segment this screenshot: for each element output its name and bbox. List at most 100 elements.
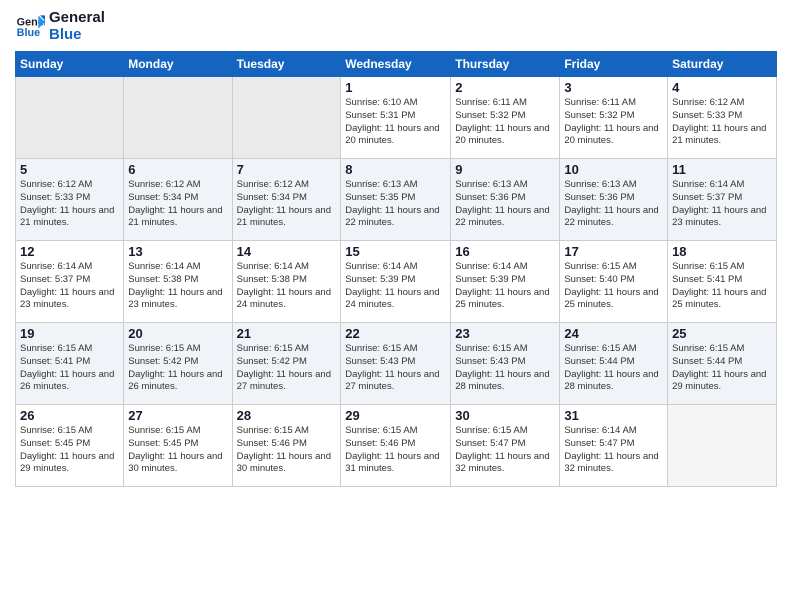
calendar-cell: 8 Sunrise: 6:13 AM Sunset: 5:35 PM Daylig… [341, 159, 451, 241]
calendar-cell: 3 Sunrise: 6:11 AM Sunset: 5:32 PM Daylig… [560, 77, 668, 159]
day-number: 8 [345, 162, 446, 177]
page: General Blue General Blue SundayMondayTu… [0, 0, 792, 612]
day-number: 10 [564, 162, 663, 177]
day-number: 16 [455, 244, 555, 259]
day-number: 24 [564, 326, 663, 341]
day-info: Sunrise: 6:12 AM Sunset: 5:34 PM Dayligh… [128, 179, 227, 230]
day-info: Sunrise: 6:13 AM Sunset: 5:36 PM Dayligh… [564, 179, 663, 230]
calendar-cell [16, 77, 124, 159]
week-row-5: 26 Sunrise: 6:15 AM Sunset: 5:45 PM Dayli… [16, 405, 777, 487]
logo: General Blue General Blue [15, 10, 105, 43]
day-number: 20 [128, 326, 227, 341]
calendar-cell: 26 Sunrise: 6:15 AM Sunset: 5:45 PM Dayli… [16, 405, 124, 487]
day-info: Sunrise: 6:14 AM Sunset: 5:38 PM Dayligh… [237, 261, 337, 312]
calendar-cell: 11Sunrise: 6:14 AM Sunset: 5:37 PM Dayli… [668, 159, 777, 241]
day-number: 9 [455, 162, 555, 177]
day-number: 28 [237, 408, 337, 423]
day-info: Sunrise: 6:15 AM Sunset: 5:41 PM Dayligh… [20, 343, 119, 394]
logo-text: General Blue [49, 10, 105, 43]
weekday-header-saturday: Saturday [668, 52, 777, 77]
svg-text:Blue: Blue [17, 27, 40, 39]
calendar-cell: 4 Sunrise: 6:12 AM Sunset: 5:33 PM Daylig… [668, 77, 777, 159]
day-info: Sunrise: 6:12 AM Sunset: 5:33 PM Dayligh… [672, 97, 772, 148]
day-number: 21 [237, 326, 337, 341]
weekday-header-wednesday: Wednesday [341, 52, 451, 77]
calendar-cell: 23Sunrise: 6:15 AM Sunset: 5:43 PM Dayli… [451, 323, 560, 405]
calendar-cell: 1 Sunrise: 6:10 AM Sunset: 5:31 PM Daylig… [341, 77, 451, 159]
day-number: 25 [672, 326, 772, 341]
calendar-cell: 27 Sunrise: 6:15 AM Sunset: 5:45 PM Dayli… [124, 405, 232, 487]
weekday-header-tuesday: Tuesday [232, 52, 341, 77]
day-info: Sunrise: 6:14 AM Sunset: 5:38 PM Dayligh… [128, 261, 227, 312]
calendar-cell: 18Sunrise: 6:15 AM Sunset: 5:41 PM Dayli… [668, 241, 777, 323]
day-info: Sunrise: 6:11 AM Sunset: 5:32 PM Dayligh… [455, 97, 555, 148]
calendar-cell: 21 Sunrise: 6:15 AM Sunset: 5:42 PM Dayli… [232, 323, 341, 405]
day-info: Sunrise: 6:15 AM Sunset: 5:44 PM Dayligh… [672, 343, 772, 394]
calendar-cell: 22Sunrise: 6:15 AM Sunset: 5:43 PM Dayli… [341, 323, 451, 405]
weekday-header-row: SundayMondayTuesdayWednesdayThursdayFrid… [16, 52, 777, 77]
calendar-cell: 19 Sunrise: 6:15 AM Sunset: 5:41 PM Dayli… [16, 323, 124, 405]
day-info: Sunrise: 6:15 AM Sunset: 5:45 PM Dayligh… [20, 425, 119, 476]
day-info: Sunrise: 6:14 AM Sunset: 5:37 PM Dayligh… [20, 261, 119, 312]
day-number: 27 [128, 408, 227, 423]
day-number: 30 [455, 408, 555, 423]
day-info: Sunrise: 6:13 AM Sunset: 5:36 PM Dayligh… [455, 179, 555, 230]
day-number: 7 [237, 162, 337, 177]
calendar-cell [232, 77, 341, 159]
weekday-header-thursday: Thursday [451, 52, 560, 77]
calendar-cell: 10 Sunrise: 6:13 AM Sunset: 5:36 PM Dayli… [560, 159, 668, 241]
day-number: 5 [20, 162, 119, 177]
day-info: Sunrise: 6:15 AM Sunset: 5:42 PM Dayligh… [237, 343, 337, 394]
calendar-cell: 2Sunrise: 6:11 AM Sunset: 5:32 PM Daylig… [451, 77, 560, 159]
day-number: 26 [20, 408, 119, 423]
calendar-cell [124, 77, 232, 159]
header: General Blue General Blue [15, 10, 777, 43]
day-number: 31 [564, 408, 663, 423]
day-number: 17 [564, 244, 663, 259]
week-row-4: 19 Sunrise: 6:15 AM Sunset: 5:41 PM Dayli… [16, 323, 777, 405]
day-number: 15 [345, 244, 446, 259]
day-info: Sunrise: 6:12 AM Sunset: 5:33 PM Dayligh… [20, 179, 119, 230]
weekday-header-monday: Monday [124, 52, 232, 77]
day-info: Sunrise: 6:14 AM Sunset: 5:39 PM Dayligh… [455, 261, 555, 312]
logo-icon: General Blue [15, 12, 45, 42]
day-info: Sunrise: 6:11 AM Sunset: 5:32 PM Dayligh… [564, 97, 663, 148]
day-info: Sunrise: 6:15 AM Sunset: 5:42 PM Dayligh… [128, 343, 227, 394]
calendar-cell [668, 405, 777, 487]
day-info: Sunrise: 6:12 AM Sunset: 5:34 PM Dayligh… [237, 179, 337, 230]
calendar-cell: 25 Sunrise: 6:15 AM Sunset: 5:44 PM Dayli… [668, 323, 777, 405]
day-number: 1 [345, 80, 446, 95]
day-number: 4 [672, 80, 772, 95]
calendar-cell: 6 Sunrise: 6:12 AM Sunset: 5:34 PM Daylig… [124, 159, 232, 241]
calendar-cell: 15 Sunrise: 6:14 AM Sunset: 5:39 PM Dayli… [341, 241, 451, 323]
day-number: 14 [237, 244, 337, 259]
calendar-cell: 31 Sunrise: 6:14 AM Sunset: 5:47 PM Dayli… [560, 405, 668, 487]
day-info: Sunrise: 6:15 AM Sunset: 5:46 PM Dayligh… [345, 425, 446, 476]
day-info: Sunrise: 6:10 AM Sunset: 5:31 PM Dayligh… [345, 97, 446, 148]
day-info: Sunrise: 6:15 AM Sunset: 5:46 PM Dayligh… [237, 425, 337, 476]
day-number: 3 [564, 80, 663, 95]
calendar-cell: 16 Sunrise: 6:14 AM Sunset: 5:39 PM Dayli… [451, 241, 560, 323]
calendar-cell: 13Sunrise: 6:14 AM Sunset: 5:38 PM Dayli… [124, 241, 232, 323]
day-number: 12 [20, 244, 119, 259]
day-info: Sunrise: 6:15 AM Sunset: 5:44 PM Dayligh… [564, 343, 663, 394]
day-info: Sunrise: 6:15 AM Sunset: 5:47 PM Dayligh… [455, 425, 555, 476]
weekday-header-sunday: Sunday [16, 52, 124, 77]
day-info: Sunrise: 6:15 AM Sunset: 5:43 PM Dayligh… [345, 343, 446, 394]
day-number: 23 [455, 326, 555, 341]
calendar-cell: 20 Sunrise: 6:15 AM Sunset: 5:42 PM Dayli… [124, 323, 232, 405]
day-number: 18 [672, 244, 772, 259]
calendar-table: SundayMondayTuesdayWednesdayThursdayFrid… [15, 51, 777, 487]
weekday-header-friday: Friday [560, 52, 668, 77]
calendar-cell: 9 Sunrise: 6:13 AM Sunset: 5:36 PM Daylig… [451, 159, 560, 241]
day-number: 19 [20, 326, 119, 341]
day-info: Sunrise: 6:14 AM Sunset: 5:39 PM Dayligh… [345, 261, 446, 312]
calendar-cell: 12 Sunrise: 6:14 AM Sunset: 5:37 PM Dayli… [16, 241, 124, 323]
calendar-cell: 14 Sunrise: 6:14 AM Sunset: 5:38 PM Dayli… [232, 241, 341, 323]
day-number: 6 [128, 162, 227, 177]
day-info: Sunrise: 6:13 AM Sunset: 5:35 PM Dayligh… [345, 179, 446, 230]
day-info: Sunrise: 6:15 AM Sunset: 5:45 PM Dayligh… [128, 425, 227, 476]
calendar-cell: 30 Sunrise: 6:15 AM Sunset: 5:47 PM Dayli… [451, 405, 560, 487]
day-info: Sunrise: 6:14 AM Sunset: 5:47 PM Dayligh… [564, 425, 663, 476]
day-number: 29 [345, 408, 446, 423]
